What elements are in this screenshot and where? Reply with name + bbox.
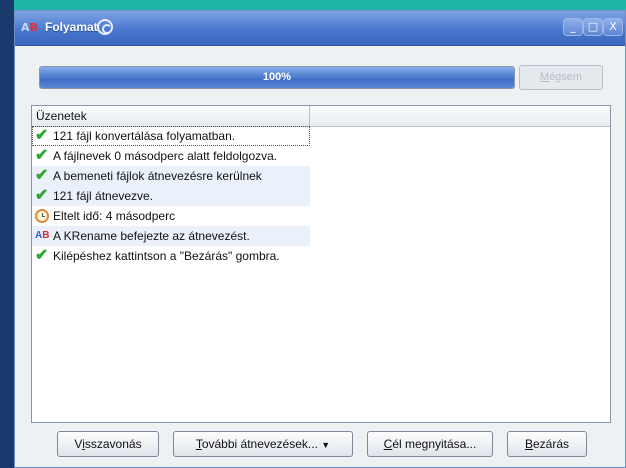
- list-header: Üzenetek: [32, 106, 610, 127]
- close-label: ezárás: [532, 437, 570, 451]
- message-rows: ✔ 121 fájl konvertálása folyamatban. ✔ A f…: [32, 126, 310, 266]
- list-item-text: A bemeneti fájlok átnevezésre kerülnek: [53, 169, 262, 183]
- list-item-text: 121 fájl átnevezve.: [53, 189, 154, 203]
- list-item-text: Eltelt idő: 4 másodperc: [53, 209, 176, 223]
- close-mnemonic: B: [524, 437, 533, 451]
- list-item-text: A KRename befejezte az átnevezést.: [53, 229, 250, 243]
- maximize-button[interactable]: □: [583, 18, 603, 36]
- clock-icon: [35, 209, 49, 223]
- minimize-button[interactable]: _: [563, 18, 583, 36]
- list-item-text: Kilépéshez kattintson a "Bezárás" gombra…: [53, 249, 280, 263]
- more-renames-button[interactable]: További átnevezések... ▼: [173, 431, 353, 457]
- cancel-mnemonic: M: [539, 71, 550, 83]
- list-item[interactable]: ✔ A bemeneti fájlok átnevezésre kerülnek: [32, 166, 310, 186]
- list-item[interactable]: Eltelt idő: 4 másodperc: [32, 206, 310, 226]
- messages-list[interactable]: Üzenetek ✔ 121 fájl konvertálása folyamat…: [31, 105, 611, 423]
- open-mnemonic: C: [383, 437, 393, 451]
- list-item[interactable]: ✔ Kilépéshez kattintson a "Bezárás" gombr…: [32, 246, 310, 266]
- list-item-text: 121 fájl konvertálása folyamatban.: [53, 129, 236, 143]
- cancel-label: égsem: [549, 71, 583, 83]
- check-icon: ✔: [35, 127, 49, 144]
- more-label: ovábbi átnevezések...: [201, 437, 318, 451]
- progress-dialog: AB Folyamat _ □ X 100% Mégsem Üzenetek ✔…: [14, 10, 626, 468]
- list-item[interactable]: ✔ A fájlnevek 0 másodperc alatt feldolgoz…: [32, 146, 310, 166]
- close-button[interactable]: Bezárás: [507, 431, 587, 457]
- open-label: él megnyitása...: [392, 437, 477, 451]
- progress-bar: 100%: [39, 66, 515, 89]
- open-destination-button[interactable]: Cél megnyitása...: [367, 431, 493, 457]
- check-icon: ✔: [35, 167, 49, 184]
- swirl-icon: [97, 19, 113, 35]
- list-item-text: A fájlnevek 0 másodperc alatt feldolgozv…: [53, 149, 278, 163]
- progress-label: 100%: [262, 71, 292, 83]
- check-icon: ✔: [35, 247, 49, 264]
- cancel-button[interactable]: Mégsem: [519, 65, 603, 90]
- list-item[interactable]: ✔ 121 fájl átnevezve.: [32, 186, 310, 206]
- desktop-left-panel: [0, 0, 14, 468]
- krename-icon: AB: [35, 230, 50, 241]
- title-bar[interactable]: AB Folyamat _ □ X: [15, 11, 625, 46]
- check-icon: ✔: [35, 147, 49, 164]
- undo-button[interactable]: Visszavonás: [57, 431, 159, 457]
- krename-app-icon: AB: [21, 21, 38, 34]
- dropdown-arrow-icon: ▼: [321, 440, 331, 450]
- window-title: Folyamat: [45, 20, 98, 34]
- column-header-messages[interactable]: Üzenetek: [32, 106, 310, 126]
- list-item[interactable]: ✔ 121 fájl konvertálása folyamatban.: [32, 126, 310, 146]
- check-icon: ✔: [35, 187, 49, 204]
- close-window-button[interactable]: X: [603, 18, 623, 36]
- undo-label-b: sszavonás: [84, 437, 142, 451]
- list-item[interactable]: AB A KRename befejezte az átnevezést.: [32, 226, 310, 246]
